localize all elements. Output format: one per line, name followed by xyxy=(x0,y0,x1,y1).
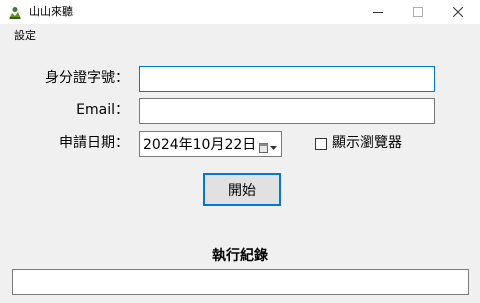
id-number-label: 身分證字號： xyxy=(45,70,129,86)
title-bar[interactable]: 山山來聽 xyxy=(0,0,480,24)
apply-date-picker[interactable]: 2024年10月22日 xyxy=(139,131,282,157)
log-output[interactable] xyxy=(12,269,469,295)
show-browser-label[interactable]: 顯示瀏覽器 xyxy=(332,134,402,152)
start-button[interactable]: 開始 xyxy=(203,173,281,206)
log-title: 執行紀錄 xyxy=(212,248,268,264)
menu-bar: 設定 xyxy=(0,26,480,46)
maximize-button[interactable] xyxy=(400,0,436,24)
maximize-icon xyxy=(413,7,423,17)
app-logo-icon xyxy=(8,5,22,19)
email-input[interactable] xyxy=(139,98,435,124)
calendar-dropdown-icon[interactable] xyxy=(259,139,279,153)
show-browser-checkbox[interactable] xyxy=(315,138,327,150)
apply-date-value: 2024年10月22日 xyxy=(143,137,257,153)
window-title: 山山來聽 xyxy=(29,5,73,18)
id-number-input[interactable] xyxy=(139,66,435,92)
minimize-button[interactable] xyxy=(360,0,396,24)
apply-date-label: 申請日期： xyxy=(59,135,129,151)
close-icon xyxy=(453,7,463,17)
close-button[interactable] xyxy=(440,0,476,24)
minimize-icon xyxy=(373,12,383,13)
email-label: Email： xyxy=(76,102,129,118)
menu-item-settings[interactable]: 設定 xyxy=(14,29,36,43)
